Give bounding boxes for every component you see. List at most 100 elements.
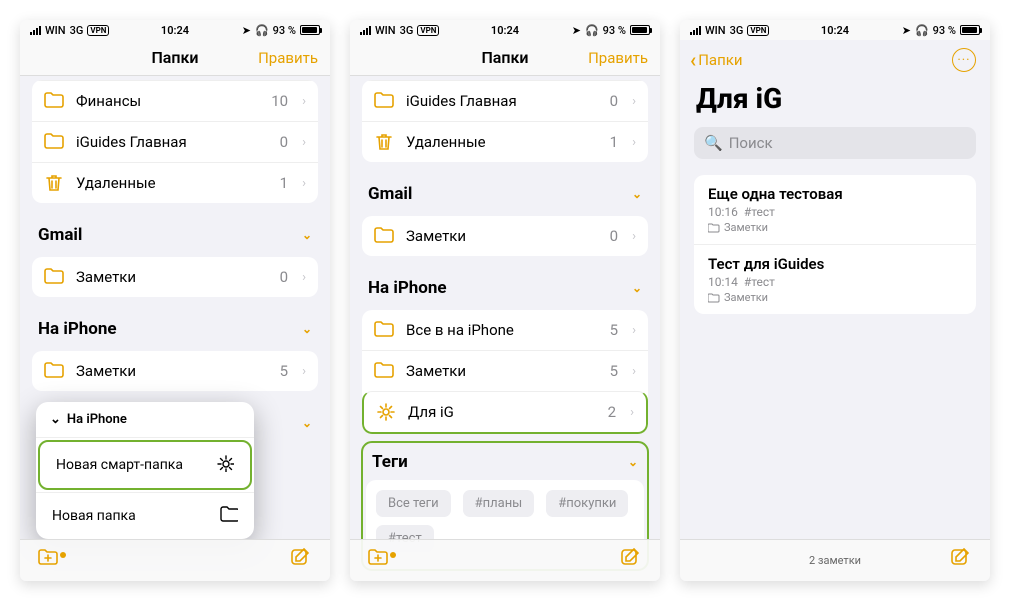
back-button[interactable]: ‹ Папки: [690, 48, 743, 72]
battery-icon: [630, 25, 650, 35]
new-folder-toolbar-button[interactable]: [368, 548, 392, 574]
chevron-right-icon: ›: [632, 364, 636, 379]
trash-row[interactable]: Удаленные 1 ›: [362, 121, 648, 162]
toolbar: 2 заметки: [680, 539, 990, 581]
iphone-card: Заметки 5 ›: [32, 351, 318, 391]
chevron-left-icon: ‹: [690, 48, 696, 72]
row-count: 5: [610, 362, 618, 380]
folder-icon: [220, 505, 238, 527]
section-title: Gmail: [38, 225, 82, 245]
row-label: iGuides Главная: [406, 92, 598, 110]
row-count: 5: [280, 362, 288, 380]
section-header-tags[interactable]: Теги ⌄: [362, 442, 648, 474]
chevron-down-icon: ⌄: [302, 416, 312, 430]
note-row[interactable]: Тест для iGuides 10:14 #тест Заметки: [694, 244, 976, 314]
new-folder-popup: ⌄ На iPhone Новая смарт-папка Новая папк…: [36, 402, 254, 539]
clock: 10:24: [161, 24, 189, 37]
gmail-card: Заметки 0 ›: [362, 216, 648, 256]
tag-chip[interactable]: #планы: [463, 490, 535, 517]
tag-chip[interactable]: #покупки: [546, 490, 628, 517]
nav-bar: Папки Править: [20, 40, 330, 76]
vpn-badge: VPN: [747, 25, 769, 36]
chevron-right-icon: ›: [632, 323, 636, 338]
signal-icon: [690, 26, 701, 35]
clock: 10:24: [821, 24, 849, 37]
row-label: Заметки: [76, 362, 268, 380]
location-icon: ➤: [242, 24, 251, 37]
section-header-iphone[interactable]: На iPhone ⌄: [20, 305, 330, 343]
row-label: Заметки: [76, 268, 268, 286]
phone-screen-3: WIN 3G VPN 10:24 ➤ 🎧 93 % ‹ Папки ··· Дл…: [680, 20, 990, 581]
status-bar: WIN 3G VPN 10:24 ➤ 🎧 93 %: [20, 20, 330, 40]
row-label: Финансы: [76, 92, 259, 110]
compose-button[interactable]: [950, 548, 972, 574]
search-input[interactable]: 🔍 Поиск: [694, 127, 976, 159]
note-title: Тест для iGuides: [708, 255, 962, 273]
folder-row[interactable]: iGuides Главная 0 ›: [32, 121, 318, 162]
location-icon: ➤: [902, 24, 911, 37]
row-label: Для iG: [408, 403, 596, 421]
section-header-iphone[interactable]: На iPhone ⌄: [350, 264, 660, 302]
status-bar: WIN 3G VPN 10:24 ➤ 🎧 93 %: [350, 20, 660, 40]
new-smart-folder-button[interactable]: Новая смарт-папка: [38, 440, 252, 490]
note-time: 10:16: [708, 205, 738, 219]
chevron-down-icon: ⌄: [302, 228, 312, 242]
page-title: Для iG: [680, 72, 990, 123]
trash-row[interactable]: Удаленные 1 ›: [32, 162, 318, 203]
network-label: 3G: [730, 24, 744, 37]
carrier-label: WIN: [375, 24, 396, 37]
smart-folder-row[interactable]: Для iG 2 ›: [362, 391, 648, 434]
edit-button[interactable]: Править: [258, 49, 318, 67]
chevron-right-icon: ›: [632, 229, 636, 244]
chevron-down-icon: ⌄: [302, 322, 312, 336]
popup-header[interactable]: ⌄ На iPhone: [36, 402, 254, 438]
toolbar: [20, 539, 330, 581]
row-count: 1: [610, 133, 618, 151]
folder-icon: [374, 226, 394, 246]
folder-row[interactable]: Заметки 5 ›: [32, 351, 318, 391]
section-header-gmail[interactable]: Gmail ⌄: [350, 170, 660, 208]
clock: 10:24: [491, 24, 519, 37]
note-folder: Заметки: [724, 221, 768, 234]
folder-row[interactable]: iGuides Главная 0 ›: [362, 80, 648, 121]
vpn-badge: VPN: [417, 25, 439, 36]
folder-row[interactable]: Заметки 0 ›: [32, 257, 318, 297]
section-title: На iPhone: [368, 278, 447, 298]
back-label: Папки: [698, 51, 742, 69]
status-bar: WIN 3G VPN 10:24 ➤ 🎧 93 %: [680, 20, 990, 40]
tag-chip[interactable]: Все теги: [376, 490, 451, 517]
notes-count: 2 заметки: [809, 554, 861, 567]
row-count: 10: [271, 92, 288, 110]
row-label: Заметки: [406, 362, 598, 380]
new-folder-toolbar-button[interactable]: [38, 548, 62, 574]
folder-row[interactable]: Все в на iPhone 5 ›: [362, 310, 648, 350]
folder-icon: [44, 91, 64, 111]
chevron-right-icon: ›: [302, 364, 306, 379]
note-folder: Заметки: [724, 291, 768, 304]
compose-button[interactable]: [620, 548, 642, 574]
chevron-right-icon: ›: [630, 405, 634, 420]
battery-pct: 93 %: [603, 24, 626, 37]
battery-pct: 93 %: [933, 24, 956, 37]
nav-title: Папки: [151, 48, 198, 67]
edit-button[interactable]: Править: [588, 49, 648, 67]
row-label: Заметки: [406, 227, 598, 245]
chevron-right-icon: ›: [302, 176, 306, 191]
gear-icon: [216, 454, 234, 476]
row-count: 0: [280, 268, 288, 286]
network-label: 3G: [70, 24, 84, 37]
vpn-badge: VPN: [87, 25, 109, 36]
note-row[interactable]: Еще одна тестовая 10:16 #тест Заметки: [694, 175, 976, 244]
folder-row[interactable]: Заметки 0 ›: [362, 216, 648, 256]
section-header-gmail[interactable]: Gmail ⌄: [20, 211, 330, 249]
toolbar: [350, 539, 660, 581]
folder-row[interactable]: Заметки 5 ›: [362, 350, 648, 391]
folder-icon: [374, 361, 394, 381]
popup-title: На iPhone: [67, 412, 127, 427]
compose-button[interactable]: [290, 548, 312, 574]
new-folder-button[interactable]: Новая папка: [36, 492, 254, 539]
chevron-right-icon: ›: [302, 135, 306, 150]
more-button[interactable]: ···: [952, 48, 976, 72]
headphones-icon: 🎧: [255, 24, 269, 37]
folder-row[interactable]: Финансы 10 ›: [32, 80, 318, 121]
